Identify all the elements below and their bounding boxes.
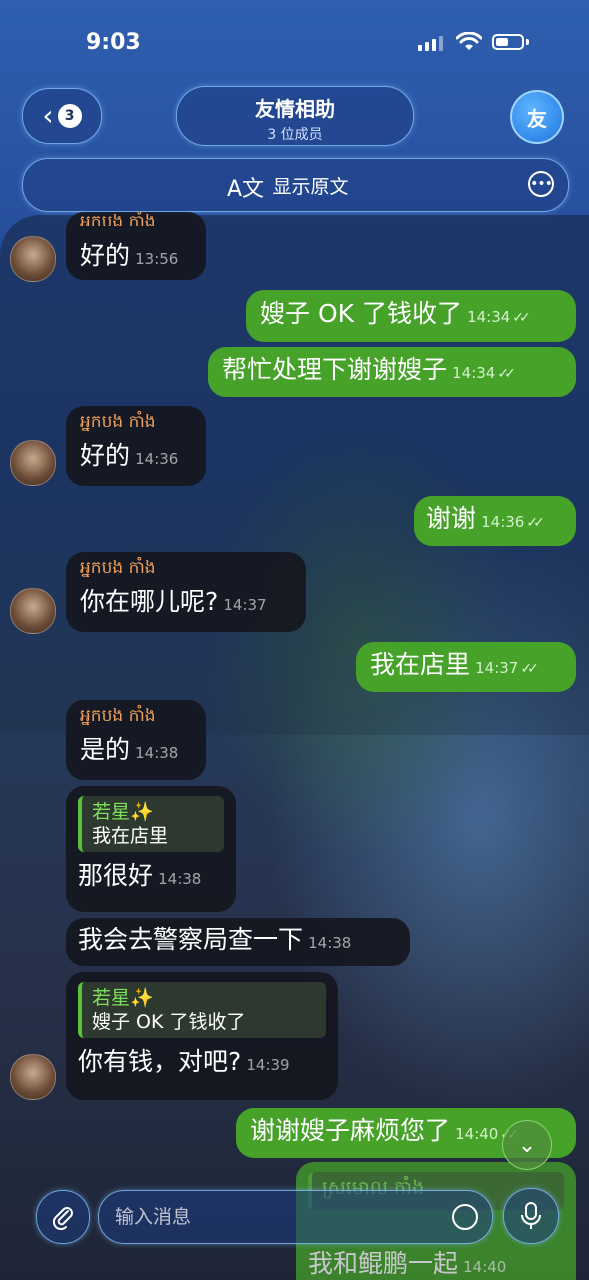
message-time: 14:36 (481, 513, 525, 531)
message-bubble-incoming[interactable]: 若星✨ 我在店里 那很好 14:38 (66, 786, 236, 912)
scroll-down-button[interactable]: ⌄ (502, 1120, 552, 1170)
sticker-icon[interactable] (452, 1204, 478, 1230)
double-check-icon: ✓✓ (497, 366, 516, 382)
avatar[interactable] (10, 440, 56, 486)
voice-record-button[interactable] (503, 1188, 559, 1244)
attach-button[interactable] (36, 1190, 90, 1244)
message-bubble-incoming[interactable]: អ្នកបង កាំង 你在哪儿呢? 14:37 (66, 552, 306, 632)
unread-count-badge: 3 (57, 104, 82, 128)
chat-title: 友情相助 (255, 97, 335, 121)
chevron-down-icon: ⌄ (517, 1132, 537, 1158)
wifi-icon (456, 32, 482, 50)
message-bubble-incoming[interactable]: 若星✨ 嫂子 OK 了钱收了 你有钱，对吧? 14:39 (66, 972, 338, 1100)
message-time: 14:38 (135, 744, 179, 762)
message-text: 我会去警察局查一下 (78, 925, 304, 954)
translate-bar[interactable]: A文 显示原文 ••• (22, 158, 569, 212)
double-check-icon: ✓✓ (520, 661, 539, 677)
message-bubble-outgoing[interactable]: 嫂子 OK 了钱收了 14:34 ✓✓ (246, 290, 576, 342)
message-bubble-incoming[interactable]: អ្នកបង កាំង 好的 14:36 (66, 406, 206, 486)
message-text: 帮忙处理下谢谢嫂子 (222, 355, 448, 384)
translate-icon: A文 (227, 177, 265, 202)
paperclip-icon (52, 1207, 73, 1230)
message-time: 14:40 (463, 1258, 507, 1276)
status-time: 9:03 (86, 30, 141, 55)
show-original-label: 显示原文 (272, 175, 349, 198)
group-avatar[interactable]: 友 (510, 90, 564, 144)
battery-tip (526, 39, 529, 45)
avatar[interactable] (10, 236, 56, 282)
sender-name: អ្នកបង កាំង (80, 412, 156, 432)
message-text: 谢谢 (426, 504, 477, 533)
sender-name: អ្នកបង កាំង (80, 706, 156, 726)
message-time: 14:37 (223, 596, 267, 614)
message-time: 14:34 (467, 308, 511, 326)
message-time: 14:39 (246, 1056, 290, 1074)
reply-text: 嫂子 OK 了钱收了 (92, 1011, 246, 1033)
microphone-icon (521, 1202, 541, 1229)
message-bubble-incoming[interactable]: អ្នកបង កាំង 是的 14:38 (66, 700, 206, 780)
message-bubble-incoming[interactable]: អ្នកបង កាំង 好的 13:56 (66, 212, 206, 280)
back-button[interactable]: ‹ 3 (22, 88, 102, 144)
message-time: 14:34 (452, 364, 496, 382)
more-options-icon[interactable]: ••• (528, 171, 554, 197)
message-text: 我在店里 (370, 650, 471, 679)
message-text: 你在哪儿呢? (80, 587, 219, 616)
cellular-signal-icon (418, 36, 443, 51)
message-time: 14:38 (158, 870, 202, 888)
avatar[interactable] (10, 1054, 56, 1100)
message-time: 14:37 (475, 659, 519, 677)
reply-author: 若星✨ (92, 801, 154, 823)
message-time: 13:56 (135, 250, 179, 268)
reply-quote[interactable]: 若星✨ 我在店里 (78, 796, 224, 852)
member-count: 3 位成员 (267, 127, 323, 143)
message-time: 14:38 (308, 934, 352, 952)
chevron-left-icon: ‹ (42, 99, 54, 132)
double-check-icon: ✓✓ (526, 515, 545, 531)
battery-icon (492, 34, 524, 50)
message-text: 好的 (80, 241, 131, 270)
sender-name: អ្នកបង កាំង (80, 212, 156, 226)
reply-quote[interactable]: 若星✨ 嫂子 OK 了钱收了 (78, 982, 326, 1038)
message-input[interactable] (113, 1201, 437, 1233)
sender-name: អ្នកបង កាំង (80, 558, 156, 578)
status-bar: 9:03 (0, 0, 589, 86)
message-text: 嫂子 OK 了钱收了 (260, 299, 462, 328)
reply-author: 若星✨ (92, 987, 154, 1009)
message-time: 14:36 (135, 450, 179, 468)
message-text: 我和鲲鹏一起 (308, 1249, 459, 1278)
message-text: 是的 (80, 735, 131, 764)
message-bubble-outgoing[interactable]: 我在店里 14:37 ✓✓ (356, 642, 576, 692)
message-input-box[interactable] (98, 1190, 493, 1244)
chat-title-box[interactable]: 友情相助 3 位成员 (176, 86, 414, 146)
avatar[interactable] (10, 588, 56, 634)
message-bubble-outgoing[interactable]: 帮忙处理下谢谢嫂子 14:34 ✓✓ (208, 347, 576, 397)
message-text: 那很好 (78, 861, 154, 890)
reply-text: 我在店里 (92, 825, 169, 847)
message-text: 好的 (80, 441, 131, 470)
message-time: 14:40 (455, 1125, 499, 1143)
message-text: 你有钱，对吧? (78, 1047, 242, 1076)
message-bubble-incoming[interactable]: 我会去警察局查一下 14:38 (66, 918, 410, 966)
message-text: 谢谢嫂子麻烦您了 (250, 1116, 451, 1145)
double-check-icon: ✓✓ (512, 310, 531, 326)
message-bubble-outgoing[interactable]: 谢谢 14:36 ✓✓ (414, 496, 576, 546)
